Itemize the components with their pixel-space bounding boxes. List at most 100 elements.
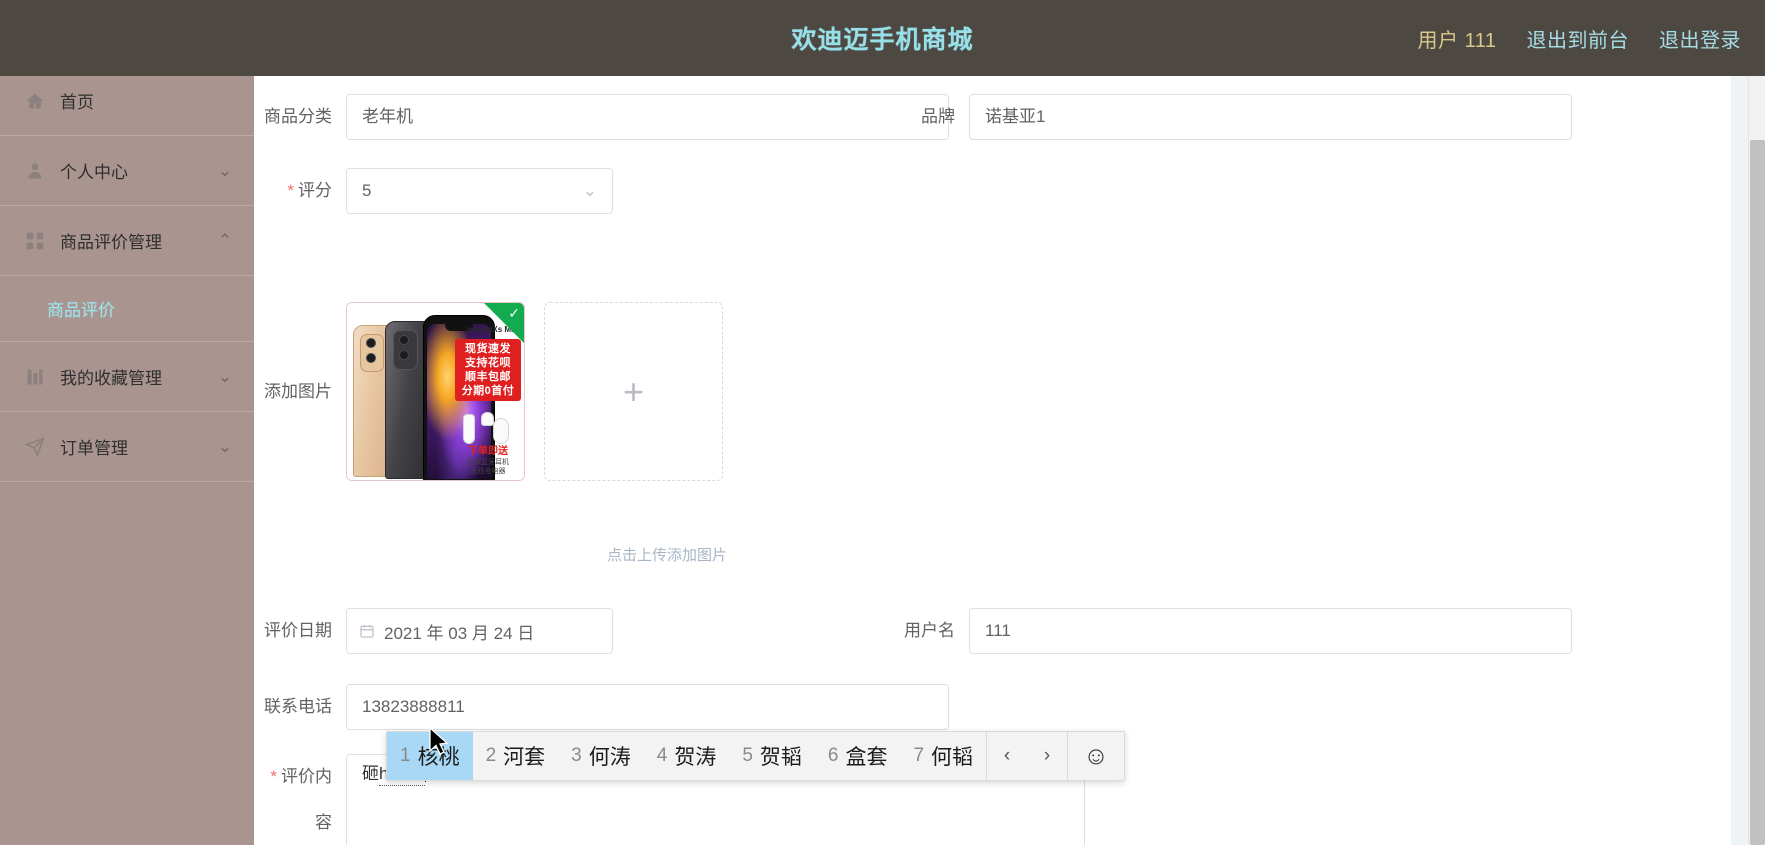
bookmark-icon — [22, 364, 48, 390]
ime-candidate-number: 7 — [913, 745, 925, 766]
content-right-gap — [1731, 66, 1748, 845]
ime-candidate-number: 1 — [400, 745, 411, 766]
ime-candidate-text: 贺涛 — [674, 746, 717, 769]
earbud — [463, 414, 475, 444]
bottom-tag-main: 下单即送 — [468, 446, 508, 457]
ime-prev-page-button[interactable]: ‹ — [987, 732, 1027, 780]
ime-candidate-text: 何涛 — [588, 746, 631, 769]
username-value: 111 — [985, 621, 1011, 640]
logout-link[interactable]: 退出登录 — [1659, 24, 1741, 53]
phone-value: 13823888811 — [362, 697, 465, 716]
sidebar-item-home[interactable]: 首页 — [0, 66, 254, 136]
ime-candidate-number: 4 — [656, 745, 668, 766]
scrollbar-thumb[interactable] — [1750, 140, 1765, 845]
bottom-tag-sub: 无线充电器 — [470, 468, 506, 475]
sidebar-item-label: 我的收藏管理 — [60, 369, 162, 388]
chevron-up-icon: ⌃ — [217, 230, 232, 250]
brand-input[interactable]: 诺基亚1 — [969, 94, 1572, 140]
ime-candidate[interactable]: 5 贺韬 — [729, 732, 815, 780]
ime-candidate-text: 核桃 — [417, 746, 460, 769]
review-content-committed-text: 砸 — [362, 764, 379, 783]
sidebar-item-label: 商品评价管理 — [60, 233, 162, 252]
chevron-down-icon: ⌄ — [217, 366, 232, 386]
review-date-label: 评价日期 — [264, 621, 332, 640]
earbuds-illustration — [457, 412, 517, 448]
category-value: 老年机 — [362, 107, 413, 126]
username-input[interactable]: 111 — [969, 608, 1572, 654]
sidebar-item-label: 个人中心 — [60, 163, 128, 182]
current-user-label: 用户 111 — [1417, 29, 1497, 52]
earbud — [481, 412, 494, 426]
ime-candidate[interactable]: 7 何韬 — [900, 732, 986, 780]
ime-candidate[interactable]: 2 河套 — [473, 732, 559, 780]
score-select[interactable]: 5 ⌄ — [346, 168, 613, 214]
score-row: * 评分 5 ⌄ — [254, 168, 613, 214]
ime-candidate[interactable]: 1 核桃 — [387, 732, 473, 780]
image-uploader: iphoneXs Max 现货速发 支持花呗 顺丰包邮 分期0首付 下单即送 品… — [346, 302, 723, 481]
ime-candidate-text: 贺韬 — [759, 746, 802, 769]
ime-next-page-button[interactable]: › — [1027, 732, 1067, 780]
sidebar-item-label: 订单管理 — [60, 439, 128, 458]
sidebar-subitem-product-review[interactable]: 商品评价 — [0, 276, 254, 342]
ime-candidate-number: 5 — [742, 745, 753, 766]
ime-candidate[interactable]: 3 何涛 — [558, 732, 644, 780]
check-icon: ✓ — [508, 305, 520, 321]
sidebar-item-review-management[interactable]: 商品评价管理 ⌃ — [0, 206, 254, 276]
main-content: 商品分类 老年机 品牌 诺基亚1 * 评分 5 ⌄ 添加图片 iphoneXs … — [254, 66, 1748, 845]
score-value: 5 — [362, 181, 372, 200]
category-input[interactable]: 老年机 — [346, 94, 949, 140]
ime-emoji-button[interactable]: ☺ — [1068, 732, 1124, 780]
ime-candidate-text: 何韬 — [931, 746, 974, 769]
sidebar-subitem-label: 商品评价 — [47, 301, 115, 320]
sidebar-item-personal-center[interactable]: 个人中心 ⌄ — [0, 136, 254, 206]
sidebar-item-label: 首页 — [60, 93, 94, 112]
ime-candidate[interactable]: 6 盒套 — [815, 732, 901, 780]
chevron-down-icon: ⌄ — [217, 436, 232, 456]
promo-line: 支持花呗 — [465, 357, 511, 369]
category-row: 商品分类 老年机 — [254, 94, 949, 140]
ime-candidate-bar: 1 核桃 2 河套 3 何涛 4 贺涛 5 贺韬 6 盒套 7 何韬 ‹ › ☺ — [386, 731, 1126, 781]
phone-label: 联系电话 — [264, 697, 332, 716]
brand-label: 品牌 — [921, 107, 955, 126]
bottom-tag-sub: 品牌蓝牙耳机 — [467, 459, 509, 466]
sidebar-item-favorites-management[interactable]: 我的收藏管理 ⌄ — [0, 342, 254, 412]
ime-candidate-number: 2 — [485, 745, 497, 766]
top-header: 欢迪迈手机商城 用户 111 退出到前台 退出登录 — [0, 0, 1765, 76]
header-actions: 用户 111 退出到前台 退出登录 — [1418, 0, 1741, 76]
brand-row: 品牌 诺基亚1 — [877, 94, 1572, 140]
camera-lens — [399, 350, 409, 360]
application-window: 欢迪迈手机商城 用户 111 退出到前台 退出登录 首页 个人中心 ⌄ 商品评价… — [0, 0, 1765, 845]
review-content-label-text: 评价内容 — [281, 767, 332, 832]
logout-to-frontend-link[interactable]: 退出到前台 — [1527, 24, 1630, 53]
thumbnail-promo-banner: 现货速发 支持花呗 顺丰包邮 分期0首付 — [455, 339, 521, 401]
phone-row: 联系电话 13823888811 — [254, 684, 949, 730]
review-date-input[interactable]: 2021 年 03 月 24 日 — [346, 608, 613, 654]
review-form: 商品分类 老年机 品牌 诺基亚1 * 评分 5 ⌄ 添加图片 iphoneXs … — [254, 66, 1731, 845]
camera-lens — [399, 335, 409, 345]
thumbnail-image: iphoneXs Max 现货速发 支持花呗 顺丰包邮 分期0首付 下单即送 品… — [347, 303, 524, 480]
plus-icon: + — [622, 370, 645, 412]
category-label: 商品分类 — [264, 107, 332, 126]
sidebar-item-order-management[interactable]: 订单管理 ⌄ — [0, 412, 254, 482]
promo-line: 现货速发 — [465, 343, 511, 355]
images-row: 添加图片 iphoneXs Max 现货速发 支持花呗 顺丰包邮 分期0首付 下… — [254, 302, 723, 481]
add-image-label: 添加图片 — [264, 382, 332, 401]
review-date-value: 2021 年 03 月 24 日 — [384, 623, 535, 643]
ime-candidate-number: 3 — [571, 745, 582, 766]
ime-candidate[interactable]: 4 贺涛 — [644, 732, 730, 780]
brand-value: 诺基亚1 — [985, 107, 1046, 126]
camera-lens — [366, 338, 376, 348]
promo-line: 顺丰包邮 — [465, 371, 511, 383]
add-image-button[interactable]: + — [544, 302, 723, 481]
upload-hint-link[interactable]: 点击上传添加图片 — [607, 544, 727, 565]
username-row: 用户名 111 — [877, 608, 1572, 654]
promo-line: 分期0首付 — [461, 385, 515, 397]
page-scrollbar[interactable] — [1748, 66, 1765, 845]
send-icon — [22, 434, 48, 460]
camera-lens — [366, 353, 376, 363]
ime-candidate-text: 河套 — [503, 746, 546, 769]
user-icon — [22, 158, 48, 184]
phone-input[interactable]: 13823888811 — [346, 684, 949, 730]
calendar-icon — [359, 623, 375, 639]
uploaded-image-thumbnail[interactable]: iphoneXs Max 现货速发 支持花呗 顺丰包邮 分期0首付 下单即送 品… — [346, 302, 525, 481]
